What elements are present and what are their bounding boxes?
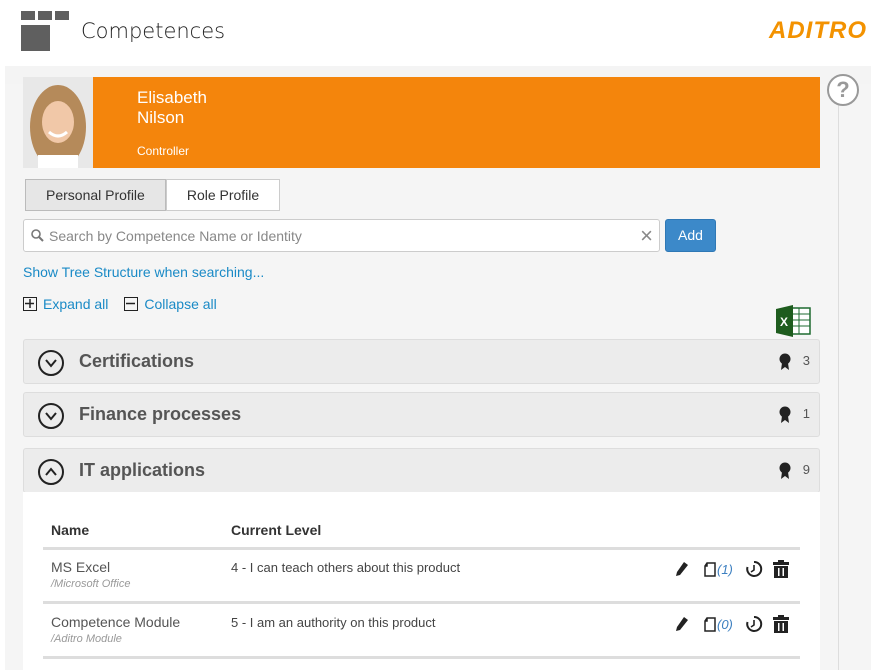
section-certifications[interactable]: Certifications 3	[23, 339, 820, 384]
collapse-all-link[interactable]: Collapse all	[144, 296, 216, 312]
section-it-applications[interactable]: IT applications 9	[23, 448, 820, 493]
copy-count: (1)	[717, 561, 733, 577]
section-count: 1	[802, 406, 810, 421]
profile-tabs: Personal Profile Role Profile	[25, 179, 281, 211]
section-finance-processes[interactable]: Finance processes 1	[23, 392, 820, 437]
expand-icon[interactable]	[23, 297, 37, 311]
award-icon	[779, 406, 791, 423]
current-level: 4 - I can teach others about this produc…	[231, 560, 461, 575]
current-level: 5 - I am an authority on this product	[231, 615, 436, 630]
copy-icon[interactable]	[703, 561, 717, 577]
profile-banner: Elisabeth Nilson Controller	[23, 77, 820, 168]
competence-name[interactable]: Competence Module	[51, 614, 180, 630]
section-count: 9	[802, 462, 810, 477]
app-grid-icon[interactable]	[21, 11, 69, 51]
pencil-icon[interactable]	[675, 616, 689, 632]
brand-logo: ADITRO	[769, 17, 867, 44]
chevron-up-icon[interactable]	[38, 459, 64, 485]
column-header-current-level: Current Level	[231, 522, 322, 538]
expand-all-link[interactable]: Expand all	[43, 296, 108, 312]
divider	[43, 547, 800, 550]
section-title: Certifications	[79, 351, 195, 371]
search-input[interactable]	[49, 220, 629, 251]
app-header: Competences ADITRO	[0, 0, 871, 66]
row-actions: (1)	[675, 560, 789, 578]
search-icon	[31, 229, 44, 242]
tab-personal-profile[interactable]: Personal Profile	[25, 179, 166, 211]
trash-icon[interactable]	[772, 615, 789, 633]
competence-name[interactable]: MS Excel	[51, 559, 110, 575]
section-count: 3	[802, 353, 810, 368]
expand-collapse-controls: Expand all Collapse all	[23, 296, 217, 312]
page-title: Competences	[81, 19, 226, 43]
award-icon	[779, 353, 791, 370]
trash-icon[interactable]	[772, 560, 789, 578]
section-title: Finance processes	[79, 404, 242, 424]
copy-count: (0)	[717, 616, 733, 632]
last-name: Nilson	[137, 108, 185, 127]
competence-table: Name Current Level MS Excel /Microsoft O…	[23, 492, 820, 670]
row-actions: (0)	[675, 615, 789, 633]
add-button[interactable]: Add	[665, 219, 716, 252]
show-tree-link[interactable]: Show Tree Structure when searching...	[23, 264, 264, 280]
search-box: ×	[23, 219, 660, 252]
profile-role: Controller	[137, 144, 190, 158]
pencil-icon[interactable]	[675, 561, 689, 577]
avatar	[23, 77, 93, 168]
award-icon	[779, 462, 791, 479]
history-icon[interactable]	[745, 560, 763, 578]
collapse-icon[interactable]	[124, 297, 139, 311]
divider	[43, 601, 800, 604]
right-column	[838, 84, 871, 670]
first-name: Elisabeth	[137, 88, 207, 107]
divider	[43, 656, 800, 659]
competence-path: /Microsoft Office	[51, 578, 131, 590]
svg-text:X: X	[780, 315, 788, 329]
chevron-down-icon[interactable]	[38, 403, 64, 429]
competence-path: /Aditro Module	[51, 633, 122, 645]
chevron-down-icon[interactable]	[38, 350, 64, 376]
excel-export-icon[interactable]: X	[776, 305, 811, 337]
help-button[interactable]: ?	[827, 74, 859, 106]
copy-icon[interactable]	[703, 616, 717, 632]
history-icon[interactable]	[745, 615, 763, 633]
clear-icon[interactable]: ×	[640, 223, 653, 249]
section-title: IT applications	[79, 460, 206, 480]
profile-name: Elisabeth Nilson	[137, 88, 207, 128]
tab-role-profile[interactable]: Role Profile	[165, 179, 281, 211]
column-header-name: Name	[51, 522, 90, 538]
